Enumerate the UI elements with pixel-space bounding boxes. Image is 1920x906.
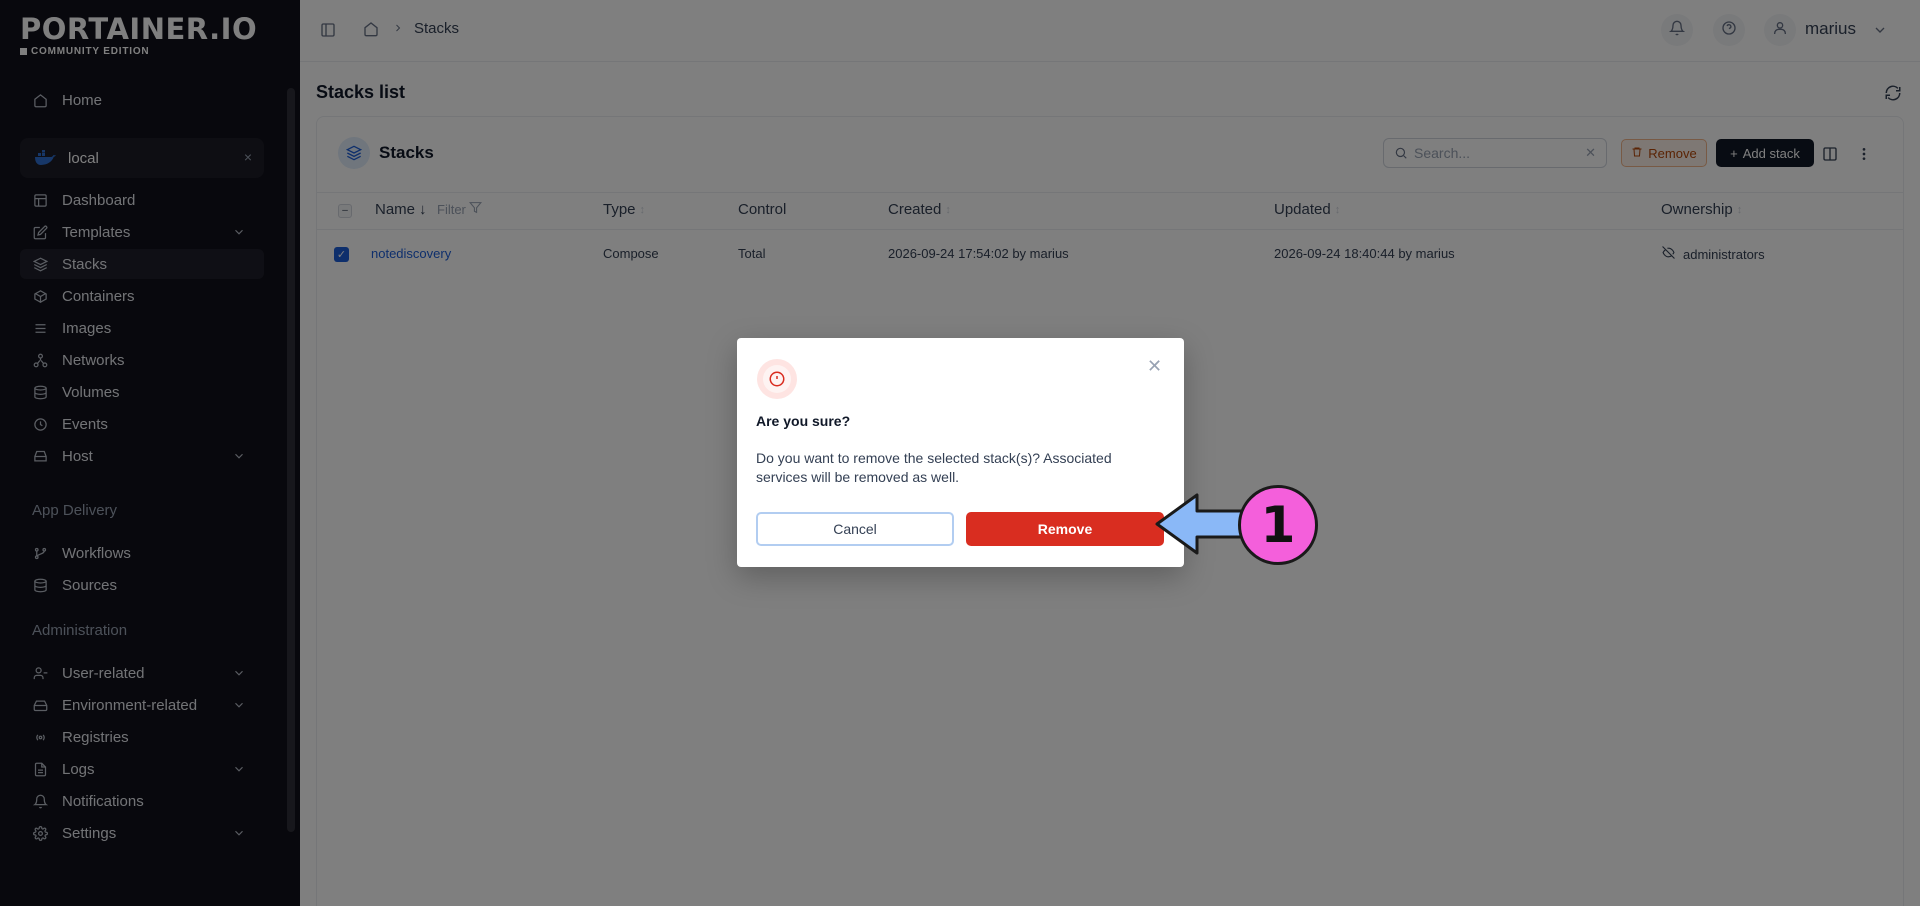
alert-circle-icon [763, 365, 791, 393]
annotation-step-badge: 1 [1238, 485, 1318, 565]
dialog-message: Do you want to remove the selected stack… [756, 450, 1112, 485]
alert-badge [757, 359, 797, 399]
cancel-button[interactable]: Cancel [756, 512, 954, 546]
confirm-dialog: ✕ Are you sure? Do you want to remove th… [737, 338, 1184, 567]
close-icon[interactable]: ✕ [1147, 356, 1162, 377]
confirm-remove-button[interactable]: Remove [966, 512, 1164, 546]
dialog-title: Are you sure? [756, 413, 851, 429]
